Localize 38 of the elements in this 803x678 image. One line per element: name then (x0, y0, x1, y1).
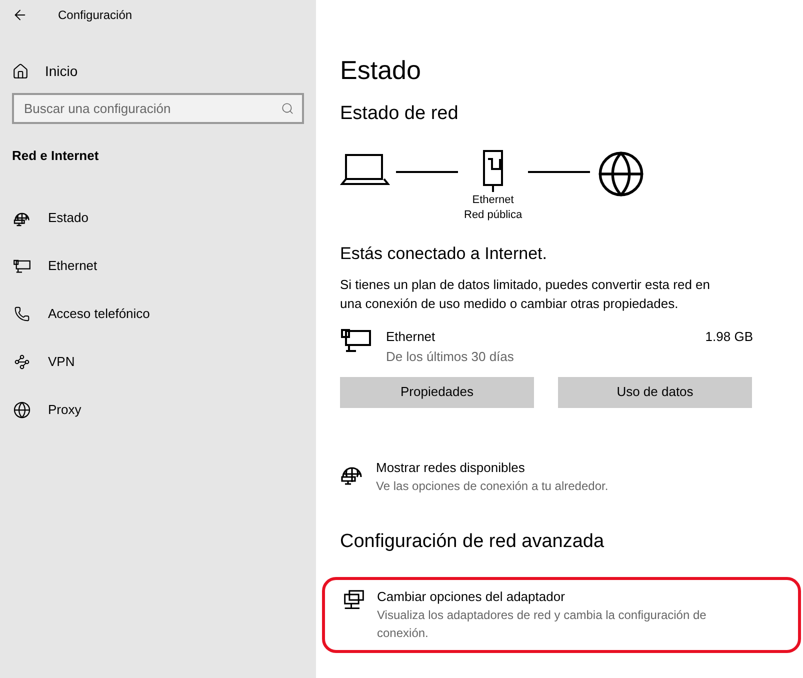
link-title: Cambiar opciones del adaptador (377, 588, 566, 606)
data-usage: 1.98 GB (705, 328, 753, 346)
vpn-icon (14, 354, 30, 370)
sidebar-item[interactable]: Proxy (0, 386, 316, 434)
ethernet-icon (340, 326, 372, 352)
section-heading: Red e Internet (11, 147, 100, 165)
adapter-label: Ethernet (472, 193, 514, 208)
home-icon (12, 62, 29, 80)
action-button[interactable]: Uso de datos (558, 376, 752, 408)
link-title: Mostrar redes disponibles (376, 458, 526, 476)
link-description: Ve las opciones de conexión a tu alrededor. (376, 478, 608, 494)
search-field[interactable]: Buscar una configuración (12, 93, 304, 124)
globe-icon (13, 400, 31, 418)
phone-icon (14, 306, 30, 322)
connection-line (396, 171, 458, 173)
window-title: Configuración (58, 7, 132, 24)
adapter-icon (343, 588, 365, 610)
connection-name: Ethernet (386, 328, 436, 346)
usage-period: De los últimos 30 días (386, 348, 515, 366)
action-button[interactable]: Propiedades (340, 376, 534, 408)
show-networks-link[interactable]: Mostrar redes disponibles Ve las opciones de conexión a tu alrededor. (340, 458, 753, 494)
connection-line (528, 171, 590, 173)
page-title: Estado (340, 54, 422, 86)
link-description: Visualiza los adaptadores de red y cambia la configuración de conexión. (377, 606, 708, 642)
section-heading: Configuración de red avanzada (340, 530, 606, 554)
sidebar-item[interactable]: Ethernet (0, 242, 316, 290)
home-item[interactable]: Inicio (0, 55, 316, 87)
section-heading: Estado de red (340, 102, 460, 126)
search-icon (281, 102, 294, 115)
profile-label: Red pública (464, 208, 522, 223)
sidebar-item[interactable]: Estado (0, 194, 316, 242)
highlight-frame[interactable]: Cambiar opciones del adaptador Visualiza los adaptadores de red y cambia la configuración de conexión. (322, 576, 801, 652)
description: Si tienes un plan de datos limitado, puedes convertir esta red en una conexión de uso medido o cambiar otras propiedades. (340, 276, 712, 312)
sidebar-item[interactable]: VPN (0, 338, 316, 386)
sidebar-item[interactable]: Acceso telefónico (0, 290, 316, 338)
laptop-icon (340, 153, 390, 187)
ethernet-icon (13, 258, 31, 274)
status-message: Estás conectado a Internet. (340, 243, 548, 265)
